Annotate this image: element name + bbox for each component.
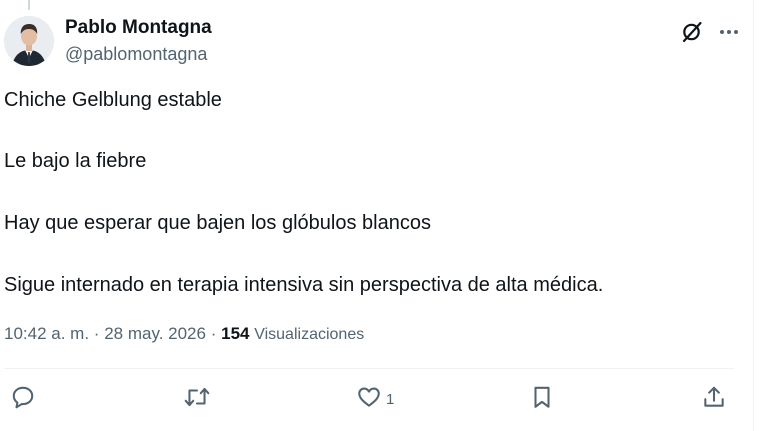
reply-icon: [10, 384, 36, 414]
post-paragraph: Hay que esperar que bajen los glóbulos b…: [4, 212, 431, 234]
bookmark-button[interactable]: [529, 384, 555, 414]
like-button[interactable]: 1: [356, 384, 394, 414]
post-paragraph: Le bajo la fiebre: [4, 150, 147, 172]
views-count: 154: [221, 324, 250, 343]
like-count: 1: [386, 390, 395, 408]
thread-line: [28, 0, 30, 10]
column-border: [753, 0, 754, 431]
post-metadata: 10:42 a. m. · 28 may. 2026 · 154 Visuali…: [4, 323, 364, 346]
repost-icon: [183, 384, 211, 414]
bookmark-icon: [529, 384, 555, 414]
divider: [4, 368, 734, 369]
post-paragraph: Chiche Gelblung estable: [4, 89, 222, 111]
grok-icon[interactable]: [680, 20, 704, 44]
display-name[interactable]: Pablo Montagna: [65, 16, 212, 40]
post-header: Pablo Montagna @pablomontagna: [4, 14, 740, 70]
meta-separator: ·: [93, 324, 100, 343]
meta-separator: ·: [210, 324, 217, 343]
views-label: Visualizaciones: [254, 326, 365, 343]
reply-button[interactable]: [10, 384, 36, 414]
heart-icon: [356, 384, 382, 414]
post-paragraph: Sigue internado en terapia intensiva sin…: [4, 274, 604, 296]
post-time[interactable]: 10:42 a. m.: [4, 324, 89, 343]
user-handle[interactable]: @pablomontagna: [65, 42, 212, 66]
share-button[interactable]: [701, 384, 727, 414]
post-date[interactable]: 28 may. 2026: [104, 324, 206, 343]
avatar[interactable]: [4, 16, 54, 66]
action-bar: 1: [0, 384, 760, 418]
share-icon: [701, 384, 727, 414]
more-icon[interactable]: [718, 21, 740, 43]
repost-button[interactable]: [183, 384, 211, 414]
